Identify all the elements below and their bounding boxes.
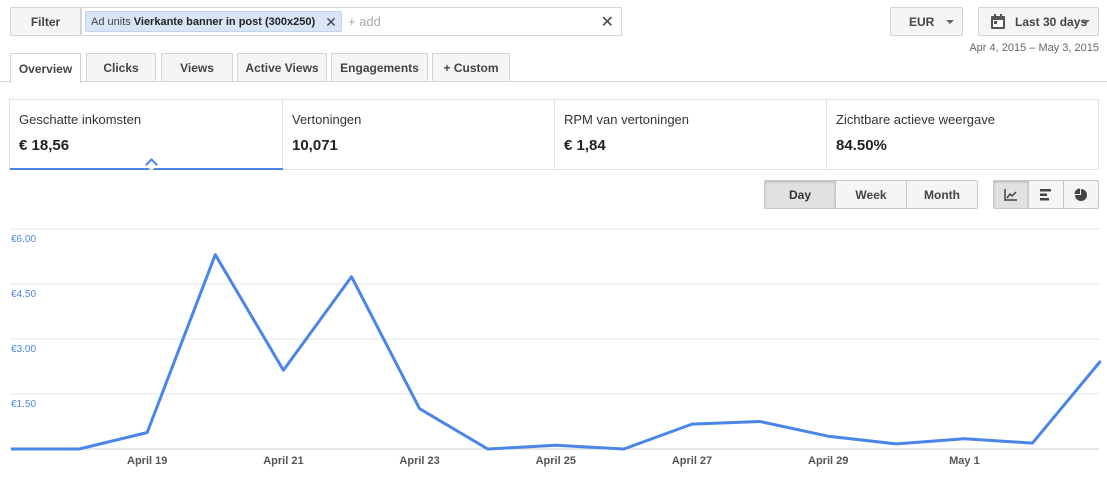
x-tick-label: April 19	[127, 455, 167, 467]
tab-overview[interactable]: Overview	[10, 53, 81, 83]
calendar-icon	[991, 14, 1005, 29]
date-range-text: Apr 4, 2015 – May 3, 2015	[969, 42, 1099, 54]
month-button[interactable]: Month	[906, 181, 977, 208]
metric-label: Vertoningen	[292, 112, 362, 127]
metric-label: Geschatte inkomsten	[19, 112, 142, 127]
x-tick-label: April 25	[536, 455, 576, 467]
add-filter-input[interactable]: + add	[348, 14, 381, 29]
date-range-dropdown[interactable]: Last 30 days	[978, 7, 1099, 36]
clear-filter-icon[interactable]: ✕	[601, 12, 614, 32]
x-tick-label: April 21	[263, 455, 303, 467]
x-tick-label: May 1	[949, 455, 980, 467]
tab-engagements[interactable]: Engagements	[331, 53, 428, 82]
filter-chip-value: Vierkante banner in post (300x250)	[133, 15, 316, 28]
remove-chip-icon[interactable]: ✕	[325, 15, 337, 29]
filter-chip-key: Ad units	[91, 15, 131, 28]
y-tick-label: €1.50	[11, 399, 36, 410]
chevron-down-icon	[1082, 20, 1090, 24]
metric-label: Zichtbare actieve weergave	[836, 112, 995, 127]
bar-chart-button[interactable]	[1028, 181, 1063, 208]
pie-chart-icon	[1074, 188, 1087, 201]
tab-clicks[interactable]: Clicks	[86, 53, 156, 82]
granularity-toggle: Day Week Month	[764, 180, 978, 209]
day-button[interactable]: Day	[765, 181, 835, 208]
week-button[interactable]: Week	[835, 181, 906, 208]
metric-value: 10,071	[292, 137, 338, 154]
x-tick-label: April 29	[808, 455, 848, 467]
active-metric-indicator	[10, 168, 283, 170]
y-tick-label: €6.00	[11, 234, 36, 245]
line-chart-button[interactable]	[994, 181, 1028, 208]
y-tick-label: €4.50	[11, 289, 36, 300]
metric-card-impressions[interactable]: Vertoningen 10,071	[283, 100, 555, 169]
tabs-divider	[0, 81, 1107, 82]
metric-value: € 1,84	[564, 137, 606, 154]
metric-card-active-view[interactable]: Zichtbare actieve weergave 84.50%	[827, 100, 1098, 169]
metric-card-rpm[interactable]: RPM van vertoningen € 1,84	[555, 100, 827, 169]
line-chart-icon	[1004, 188, 1017, 201]
metric-label: RPM van vertoningen	[564, 112, 690, 127]
x-tick-label: April 23	[399, 455, 439, 467]
chart-type-toggle	[993, 180, 1099, 209]
currency-dropdown[interactable]: EUR	[890, 7, 963, 36]
filter-chip: Ad units Vierkante banner in post (300x2…	[85, 11, 342, 32]
x-tick-label: April 27	[672, 455, 712, 467]
tab-active-views[interactable]: Active Views	[237, 53, 327, 82]
chevron-down-icon	[946, 20, 954, 24]
pie-chart-button[interactable]	[1063, 181, 1098, 208]
y-tick-label: €3.00	[11, 344, 36, 355]
filter-input-box[interactable]: Ad units Vierkante banner in post (300x2…	[81, 7, 622, 36]
filter-button[interactable]: Filter	[10, 7, 81, 36]
metric-value: 84.50%	[836, 137, 887, 154]
currency-label: EUR	[909, 14, 935, 29]
tab-views[interactable]: Views	[161, 53, 233, 82]
metric-value: € 18,56	[19, 137, 70, 154]
bar-chart-icon	[1040, 188, 1051, 200]
metric-card-estimated-earnings[interactable]: Geschatte inkomsten € 18,56	[10, 100, 283, 171]
earnings-line-chart: €1.50 €3.00 €4.50 €6.00 April 19 April 21 Apr…	[10, 228, 1102, 467]
date-range-label: Last 30 days	[1015, 14, 1088, 29]
tab-custom[interactable]: + Custom	[432, 53, 510, 82]
metrics-row: Geschatte inkomsten € 18,56 Vertoningen …	[9, 99, 1099, 171]
